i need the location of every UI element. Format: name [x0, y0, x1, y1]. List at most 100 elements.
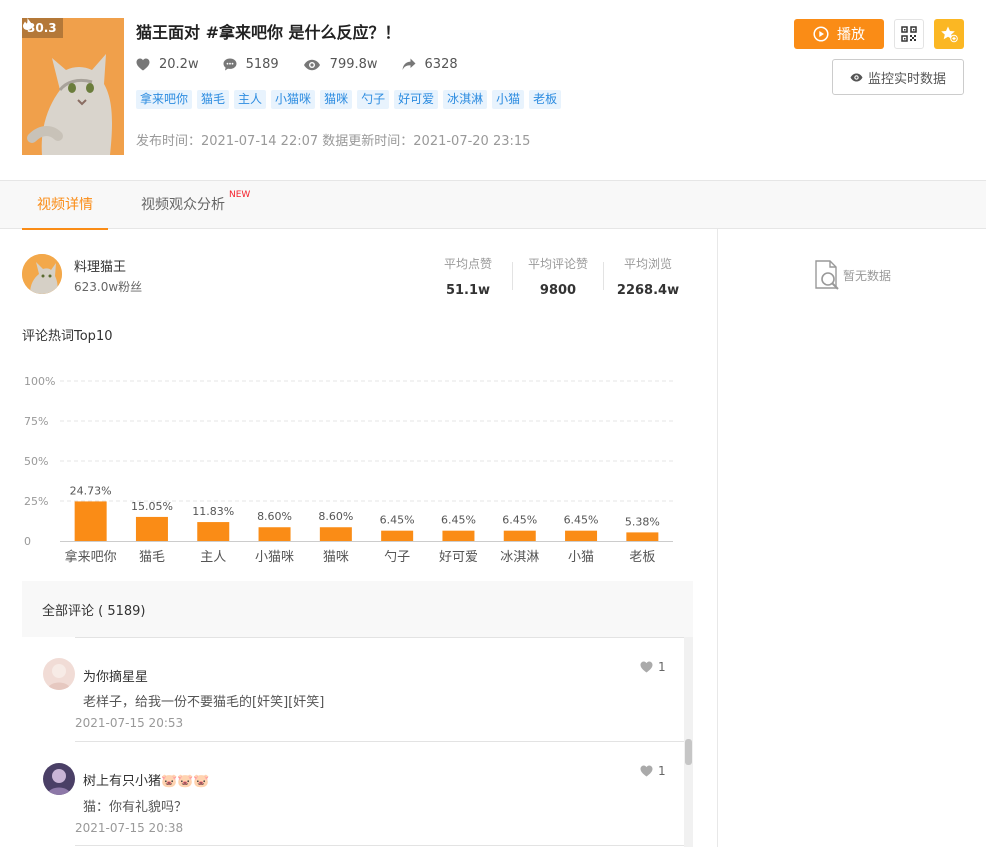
monitor-realtime-button[interactable]: 监控实时数据: [832, 59, 964, 95]
bar-value-label: 15.05%: [131, 500, 173, 513]
empty-text: 暂无数据: [843, 268, 892, 283]
tag-item[interactable]: 勺子: [357, 90, 390, 109]
bar: [258, 527, 291, 541]
tag-item[interactable]: 小猫咪: [271, 90, 316, 109]
x-tick-label: 小猫咪: [255, 550, 294, 565]
star-add-icon: [941, 26, 958, 43]
heart-icon: [640, 661, 653, 673]
bar-value-label: 24.73%: [70, 484, 112, 497]
author-fans: 623.0w粉丝: [74, 280, 143, 294]
comment-time: 2021-07-15 20:53: [75, 716, 184, 730]
user-avatar: [43, 658, 75, 690]
tag-item[interactable]: 猫咪: [320, 90, 353, 109]
qrcode-icon: [901, 26, 917, 42]
metric-avg-likes: 平均点赞 51.1w: [423, 255, 513, 298]
stat-shares: 6328: [402, 57, 458, 72]
comment-avatar[interactable]: [43, 763, 75, 795]
x-tick-label: 冰淇淋: [500, 550, 539, 565]
document-search-icon: [815, 260, 839, 290]
bar: [381, 530, 414, 541]
comment-text: 猫：你有礼貌吗？: [83, 800, 188, 815]
bar: [565, 530, 598, 541]
metric-avg-comment-likes: 平均评论赞 9800: [513, 255, 603, 298]
eye-icon: [850, 73, 863, 81]
new-badge: NEW: [229, 190, 251, 200]
comment-divider: [75, 845, 685, 846]
x-tick-label: 猫毛: [139, 550, 165, 565]
play-button[interactable]: 播放: [794, 19, 884, 49]
favorite-button[interactable]: [934, 19, 964, 49]
bar-value-label: 6.45%: [564, 514, 599, 527]
heart-icon: [136, 58, 150, 71]
comment-list: 为你摘星星 老样子，给我一份不要猫毛的[奸笑][奸笑] 2021-07-15 2…: [22, 637, 693, 847]
author-avatar[interactable]: [22, 254, 62, 294]
x-tick-label: 好可爱: [439, 550, 478, 565]
bar: [74, 501, 107, 541]
x-tick-label: 拿来吧你: [65, 549, 117, 565]
stat-likes: 20.2w: [136, 57, 199, 72]
comment-scrollbar-thumb[interactable]: [685, 739, 692, 765]
tag-item[interactable]: 主人: [234, 90, 267, 109]
x-tick-label: 猫咪: [323, 550, 349, 565]
y-tick-label: 75%: [24, 415, 48, 428]
heat-badge: 30.3: [22, 18, 63, 38]
metric-label: 平均评论赞: [527, 257, 588, 271]
video-header: 30.3 猫王面对 #拿来吧你 是什么反应？！ 20.2w 5189 799.8…: [0, 0, 986, 180]
comment-username[interactable]: 树上有只小猪🐷🐷🐷: [83, 770, 210, 789]
tag-item[interactable]: 拿来吧你: [136, 90, 193, 109]
comments-header-text: 全部评论 ( 5189): [42, 604, 146, 619]
bar-value-label: 8.60%: [318, 510, 353, 523]
tab-video-detail[interactable]: 视频详情: [22, 181, 108, 230]
comment-username[interactable]: 为你摘星星: [83, 666, 148, 685]
tag-item[interactable]: 好可爱: [394, 90, 439, 109]
comment-avatar[interactable]: [43, 658, 75, 690]
comment-icon: [223, 58, 237, 71]
heart-icon: [640, 765, 653, 777]
metric-value: 2268.4w: [616, 283, 680, 298]
comment-like[interactable]: 1: [640, 660, 666, 674]
panel-divider: [717, 229, 718, 847]
x-tick-label: 老板: [629, 550, 655, 565]
bar-value-label: 6.45%: [380, 514, 415, 527]
metric-value: 51.1w: [445, 283, 491, 298]
comments-count: 5189: [245, 57, 279, 72]
author-name[interactable]: 料理猫王: [74, 256, 126, 275]
comment-keyword-chart: 0 25% 50% 75% 100% 24.73% 拿来吧你 15.05% 猫毛 11.83% 主人…: [24, 375, 673, 565]
metric-value: 9800: [539, 283, 577, 298]
tag-item[interactable]: 老板: [529, 90, 562, 109]
bar-value-label: 6.45%: [502, 514, 537, 527]
cat-illustration: [22, 18, 124, 155]
bar-value-label: 11.83%: [192, 505, 234, 518]
comment-item: 树上有只小猪🐷🐷🐷 猫：你有礼貌吗？ 2021-07-15 20:38 1: [22, 741, 682, 845]
qrcode-button[interactable]: [894, 19, 924, 49]
comment-like[interactable]: 1: [640, 764, 666, 778]
comments-header: 全部评论 ( 5189): [22, 581, 693, 637]
bar-value-label: 6.45%: [441, 514, 476, 527]
publish-time: 发布时间：2021-07-14 22:07 数据更新时间：2021-07-20 …: [136, 134, 531, 149]
share-icon: [402, 58, 416, 70]
x-tick-label: 小猫: [568, 550, 594, 565]
y-tick-label: 100%: [24, 375, 55, 388]
tab-bar: 视频详情 视频观众分析 NEW: [0, 180, 986, 230]
stat-views: 799.8w: [303, 57, 378, 72]
tag-item[interactable]: 猫毛: [197, 90, 230, 109]
video-stats: 20.2w 5189 799.8w 6328: [136, 57, 482, 72]
stat-comments: 5189: [223, 57, 279, 72]
bar: [135, 516, 168, 541]
empty-state: 暂无数据: [813, 259, 891, 291]
shares-count: 6328: [424, 57, 458, 72]
tag-item[interactable]: 冰淇淋: [443, 90, 488, 109]
monitor-label: 监控实时数据: [867, 70, 946, 86]
tag-item[interactable]: 小猫: [492, 90, 525, 109]
x-tick-label: 主人: [200, 550, 226, 565]
play-circle-icon: [813, 26, 829, 42]
bar: [442, 530, 475, 541]
comment-text: 老样子，给我一份不要猫毛的[奸笑][奸笑]: [83, 695, 325, 710]
metric-label: 平均点赞: [443, 257, 492, 271]
play-label: 播放: [837, 26, 865, 42]
video-thumbnail[interactable]: 30.3: [22, 18, 124, 155]
y-tick-label: 50%: [24, 455, 48, 468]
user-avatar: [43, 763, 75, 795]
views-count: 799.8w: [329, 57, 378, 72]
tab-audience-analysis[interactable]: 视频观众分析: [141, 181, 225, 229]
